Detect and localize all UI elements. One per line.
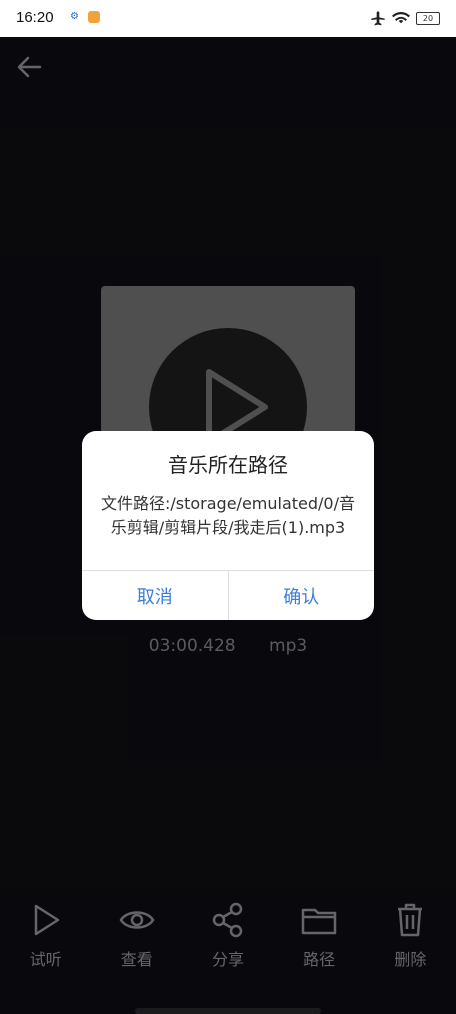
dialog-actions: 取消 确认 (82, 570, 374, 620)
status-time: 16:20 (16, 9, 54, 26)
cancel-button[interactable]: 取消 (82, 571, 228, 620)
battery-icon: 20 (416, 11, 440, 25)
status-right-icons: 20 (370, 10, 440, 26)
airplane-icon (371, 11, 385, 26)
dialog-title: 音乐所在路径 (168, 453, 288, 477)
confirm-button[interactable]: 确认 (227, 571, 375, 620)
status-bar: 16:20 ⚙ 20 (0, 0, 456, 37)
path-dialog: 音乐所在路径 文件路径:/storage/emulated/0/音乐剪辑/剪辑片… (82, 431, 374, 620)
notification-app-icon: ⚙ (70, 11, 79, 22)
wifi-icon (392, 12, 410, 24)
dialog-message: 文件路径:/storage/emulated/0/音乐剪辑/剪辑片段/我走后(1… (100, 494, 355, 537)
weibo-app-icon (88, 11, 100, 23)
